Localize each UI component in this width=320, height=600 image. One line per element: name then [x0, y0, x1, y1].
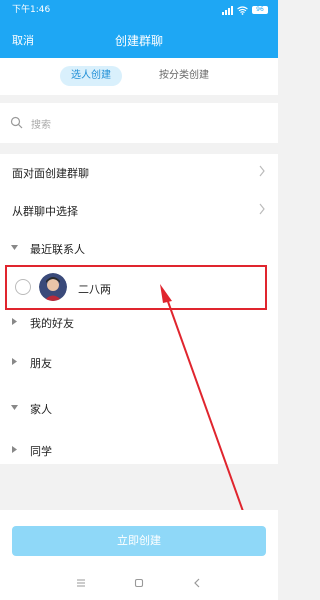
back-icon[interactable]	[192, 578, 202, 588]
triangle-right-icon	[12, 358, 17, 365]
avatar	[39, 273, 67, 301]
group-friends[interactable]: 朋友	[0, 344, 278, 380]
from-group-item[interactable]: 从群聊中选择	[0, 192, 278, 228]
contact-name: 二八两	[78, 283, 111, 296]
group-label: 同学	[30, 445, 52, 458]
triangle-down-icon	[11, 245, 18, 250]
system-nav-bar	[0, 570, 278, 600]
chevron-right-icon	[259, 165, 265, 177]
signal-icon	[222, 5, 233, 15]
face-to-face-item[interactable]: 面对面创建群聊	[0, 154, 278, 190]
triangle-right-icon	[12, 318, 17, 325]
chevron-right-icon	[259, 203, 265, 215]
contact-select-radio[interactable]	[15, 279, 31, 295]
status-icons: 96	[222, 0, 268, 20]
from-group-label: 从群聊中选择	[12, 205, 78, 218]
battery-icon: 96	[252, 6, 268, 14]
group-classmates[interactable]: 同学	[0, 432, 278, 468]
triangle-right-icon	[12, 446, 17, 453]
tab-by-category[interactable]: 按分类创建	[150, 66, 218, 86]
tab-select-people[interactable]: 选人创建	[60, 66, 122, 86]
group-label: 我的好友	[30, 317, 74, 330]
footer: 立即创建	[0, 510, 278, 570]
wifi-icon	[237, 5, 248, 15]
navbar: 取消 创建群聊	[0, 24, 278, 54]
home-icon[interactable]	[134, 578, 144, 588]
search-placeholder: 搜索	[31, 120, 51, 131]
highlight-box: 二八两	[5, 265, 267, 310]
mode-tabs: 选人创建 按分类创建	[0, 58, 278, 95]
search-input[interactable]: 搜索	[0, 103, 278, 143]
status-bar: 下午1:46 96	[0, 0, 278, 20]
header: 下午1:46 96 取消 创建群聊	[0, 0, 278, 58]
group-label: 朋友	[30, 357, 52, 370]
group-label: 家人	[30, 403, 52, 416]
recent-contacts-header[interactable]: 最近联系人	[0, 230, 278, 266]
page-title: 创建群聊	[114, 34, 163, 48]
recent-contacts-label: 最近联系人	[30, 243, 85, 256]
create-now-button[interactable]: 立即创建	[12, 526, 266, 556]
group-family[interactable]: 家人	[0, 390, 278, 426]
face-to-face-label: 面对面创建群聊	[12, 167, 89, 180]
search-icon	[10, 116, 23, 129]
menu-icon[interactable]	[76, 578, 86, 588]
triangle-down-icon	[11, 405, 18, 410]
status-time: 下午1:46	[12, 5, 51, 15]
